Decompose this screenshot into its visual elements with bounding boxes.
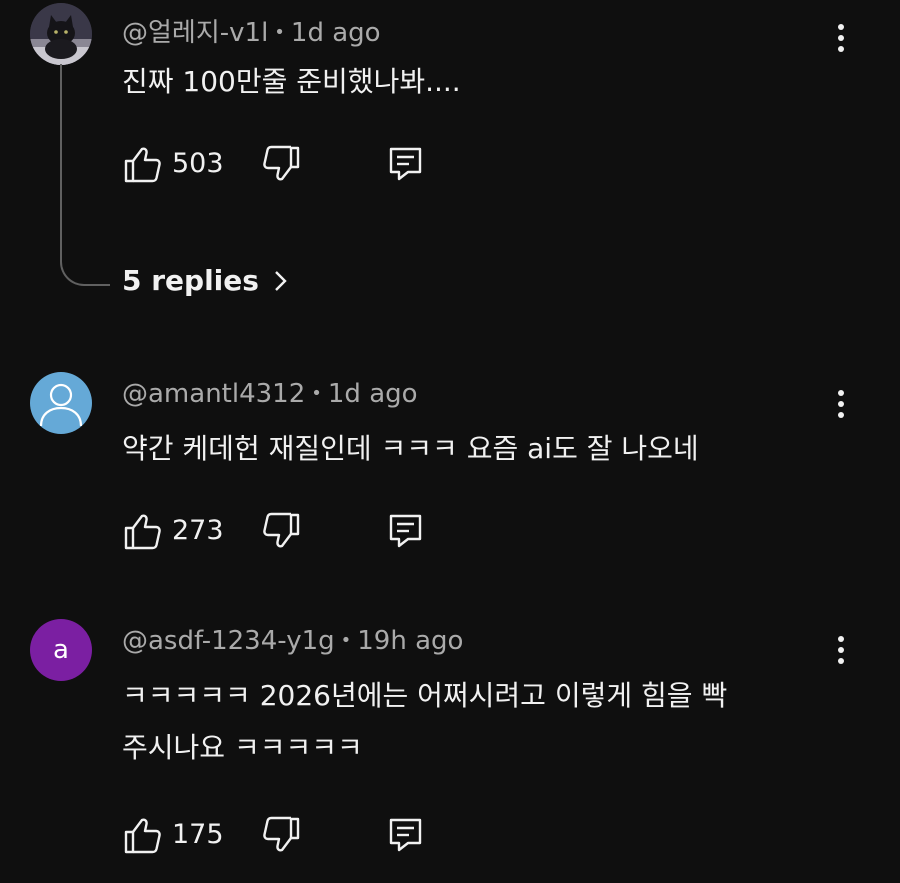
reply-comment-icon[interactable]	[386, 511, 426, 551]
separator-dot: •	[274, 22, 285, 43]
default-person-icon	[39, 383, 83, 427]
comment-text-line: ㅋㅋㅋㅋㅋ 2026년에는 어쩌시려고 이렇게 힘을 빡	[122, 679, 728, 712]
more-vert-icon	[838, 401, 844, 407]
more-options-button[interactable]	[826, 18, 856, 58]
comment-actions: 175	[122, 815, 442, 859]
more-vert-icon	[838, 658, 844, 664]
comment-text-line: 약간 케데헌 재질인데 ㅋㅋㅋ 요즘 ai도 잘 나오네	[122, 432, 699, 465]
reply-comment-icon[interactable]	[386, 815, 426, 855]
more-vert-icon	[838, 412, 844, 418]
more-vert-icon	[838, 636, 844, 642]
more-vert-icon	[838, 390, 844, 396]
more-vert-icon	[838, 647, 844, 653]
more-vert-icon	[838, 24, 844, 30]
cat-photo-icon	[30, 3, 92, 65]
author-name[interactable]: @asdf-1234-y1g	[122, 626, 335, 656]
comment-meta: @asdf-1234-y1g • 19h ago	[122, 626, 463, 656]
chevron-right-icon	[275, 270, 287, 291]
avatar[interactable]: a	[30, 619, 92, 681]
comment-meta: @amantl4312 • 1d ago	[122, 379, 418, 409]
author-name[interactable]: @amantl4312	[122, 379, 305, 409]
comment-actions: 503	[122, 144, 442, 188]
comment-text: 약간 케데헌 재질인데 ㅋㅋㅋ 요즘 ai도 잘 나오네	[122, 423, 822, 475]
avatar-letter: a	[53, 635, 69, 665]
comment-time: 1d ago	[327, 379, 418, 409]
comment-time: 19h ago	[357, 626, 464, 656]
thumbs-up-icon[interactable]	[122, 815, 162, 855]
replies-label: 5 replies	[122, 264, 259, 297]
comment-text-line: 주시나요 ㅋㅋㅋㅋㅋ	[122, 731, 363, 764]
like-count: 503	[172, 148, 224, 179]
avatar[interactable]	[30, 372, 92, 434]
view-replies-button[interactable]: 5 replies	[122, 264, 289, 297]
comment-actions: 273	[122, 511, 442, 555]
author-name[interactable]: @얼레지-v1l	[122, 18, 268, 48]
more-vert-icon	[838, 35, 844, 41]
avatar[interactable]	[30, 3, 92, 65]
separator-dot: •	[340, 630, 352, 651]
comment-text: ㅋㅋㅋㅋㅋ 2026년에는 어쩌시려고 이렇게 힘을 빡 주시나요 ㅋㅋㅋㅋㅋ	[122, 670, 822, 774]
thread-connector-line	[60, 64, 110, 286]
thumbs-down-icon[interactable]	[262, 144, 302, 184]
reply-comment-icon[interactable]	[386, 144, 426, 184]
more-options-button[interactable]	[826, 630, 856, 670]
more-vert-icon	[838, 46, 844, 52]
comment-item: @얼레지-v1l • 1d ago 진짜 100만줄 준비했나봐.... 503 5…	[0, 0, 900, 320]
comment-text-line: 진짜 100만줄 준비했나봐....	[122, 65, 461, 98]
more-options-button[interactable]	[826, 384, 856, 424]
comment-text: 진짜 100만줄 준비했나봐....	[122, 56, 822, 108]
thumbs-up-icon[interactable]	[122, 511, 162, 551]
thumbs-down-icon[interactable]	[262, 511, 302, 551]
thumbs-down-icon[interactable]	[262, 815, 302, 855]
separator-dot: •	[311, 383, 322, 404]
thumbs-up-icon[interactable]	[122, 144, 162, 184]
comment-meta: @얼레지-v1l • 1d ago	[122, 12, 381, 49]
comment-time: 1d ago	[290, 18, 381, 48]
like-count: 175	[172, 819, 224, 850]
like-count: 273	[172, 515, 224, 546]
